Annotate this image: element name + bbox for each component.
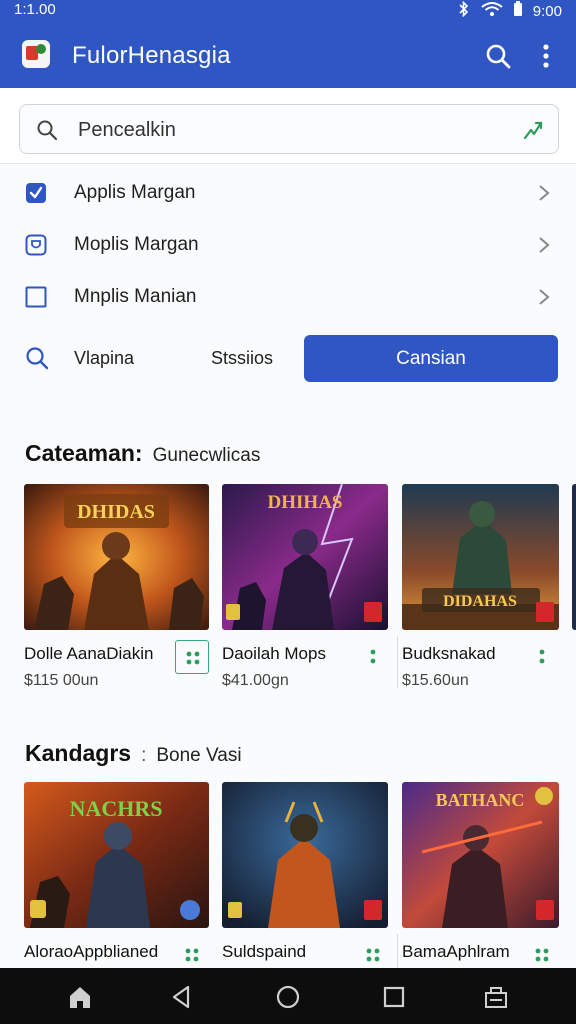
game-card-peek[interactable] bbox=[572, 484, 576, 694]
game-thumbnail[interactable]: BATHANC bbox=[402, 782, 559, 928]
game-name[interactable]: Budksnakad bbox=[402, 644, 496, 664]
more-vertical-icon bbox=[370, 649, 376, 664]
game-price: $115 00un bbox=[24, 672, 99, 689]
chevron-right-icon bbox=[539, 185, 550, 201]
checkbox-empty-icon[interactable] bbox=[25, 286, 47, 308]
status-bar: 1:1.00 9:00 bbox=[0, 0, 576, 22]
game-price: $15.60un bbox=[402, 672, 469, 689]
app-title: FulorHenasgia bbox=[72, 42, 231, 69]
status-clock: 9:00 bbox=[532, 2, 562, 20]
back-triangle-icon bbox=[172, 985, 190, 1009]
menu-item-moplis[interactable]: Moplis Margan bbox=[0, 220, 576, 272]
status-time: 1:1.00 bbox=[14, 1, 56, 18]
recents-nav-button[interactable] bbox=[380, 984, 408, 1010]
game-card[interactable]: DHIDAS Dolle AanaDiakin $115 00un bbox=[24, 484, 209, 694]
section-title: Kandagrs bbox=[25, 740, 132, 766]
wifi-icon bbox=[481, 1, 503, 21]
shield-icon bbox=[25, 234, 47, 256]
game-card[interactable]: Suldspaind bbox=[222, 782, 398, 992]
card-options-button[interactable] bbox=[525, 640, 559, 674]
game-art-title: BATHANC bbox=[436, 790, 525, 810]
game-name[interactable]: AloraoAppblianed bbox=[24, 942, 158, 962]
system-nav-bar bbox=[0, 968, 576, 1024]
home-nav-button[interactable] bbox=[66, 984, 94, 1010]
section-title: Cateaman: bbox=[25, 440, 143, 466]
search-icon[interactable] bbox=[25, 346, 49, 370]
more-vertical-icon bbox=[539, 649, 545, 664]
back-nav-button[interactable] bbox=[168, 984, 196, 1010]
grid-dots-icon bbox=[185, 948, 199, 962]
card-divider bbox=[397, 636, 398, 688]
overflow-menu-button[interactable] bbox=[532, 42, 560, 70]
chevron-right-icon bbox=[539, 237, 550, 253]
card-options-button[interactable] bbox=[525, 938, 559, 972]
game-price: $41.00gn bbox=[222, 672, 289, 689]
app-logo-icon bbox=[22, 40, 50, 68]
search-bar-section bbox=[0, 88, 576, 164]
app-switch-icon bbox=[485, 987, 507, 1008]
filter-option-vlapina[interactable]: Vlapina bbox=[74, 348, 134, 369]
menu-item-label: Applis Margan bbox=[74, 182, 196, 203]
screen: 1:1.00 9:00 FulorHenasgia Pencealkin App… bbox=[0, 0, 576, 1024]
filter-tune-icon[interactable] bbox=[522, 119, 544, 141]
battery-icon bbox=[513, 1, 523, 21]
game-name[interactable]: Daoilah Mops bbox=[222, 644, 326, 664]
search-icon bbox=[37, 120, 58, 141]
grid-dots-icon bbox=[366, 948, 380, 962]
more-vertical-icon bbox=[543, 44, 549, 68]
chevron-right-icon bbox=[539, 289, 550, 305]
game-thumbnail[interactable] bbox=[222, 782, 388, 928]
game-card[interactable]: BATHANC BamaAphlram bbox=[402, 782, 559, 992]
card-row-2: NACHRS AloraoAppblianed Suldspaind BATHA… bbox=[24, 782, 576, 992]
game-thumbnail[interactable]: DIDAHAS bbox=[402, 484, 559, 630]
home-circle-icon bbox=[276, 985, 300, 1009]
section-header-2: Kandagrs : Bone Vasi bbox=[25, 740, 242, 767]
switch-apps-nav-button[interactable] bbox=[482, 984, 510, 1010]
menu-item-label: Moplis Margan bbox=[74, 234, 199, 255]
home-icon bbox=[70, 987, 90, 1008]
game-art-title: NACHRS bbox=[70, 796, 163, 821]
app-header: 1:1.00 9:00 FulorHenasgia bbox=[0, 0, 576, 88]
game-art-title: DHIHAS bbox=[268, 492, 343, 513]
game-card[interactable]: DIDAHAS Budksnakad $15.60un bbox=[402, 484, 559, 694]
search-icon bbox=[486, 44, 511, 69]
game-thumbnail[interactable]: DHIHAS bbox=[222, 484, 388, 630]
menu-item-mnplis[interactable]: Mnplis Manian bbox=[0, 272, 576, 324]
card-row-1: DHIDAS Dolle AanaDiakin $115 00un DHIHAS bbox=[24, 484, 576, 694]
game-card[interactable]: DHIHAS Daoilah Mops $41.00gn bbox=[222, 484, 398, 694]
grid-dots-icon bbox=[186, 651, 200, 665]
game-name[interactable]: Suldspaind bbox=[222, 942, 306, 962]
search-field[interactable] bbox=[19, 104, 559, 154]
filter-row: Vlapina Stssiios Cansian bbox=[0, 334, 576, 384]
game-art-title: DIDAHAS bbox=[443, 593, 517, 610]
game-name[interactable]: BamaAphlram bbox=[402, 942, 510, 962]
app-bar: FulorHenasgia bbox=[0, 30, 576, 80]
game-thumbnail[interactable]: NACHRS bbox=[24, 782, 209, 928]
game-card[interactable]: NACHRS AloraoAppblianed bbox=[24, 782, 209, 992]
game-art-title: DHIDAS bbox=[77, 501, 155, 523]
search-input[interactable] bbox=[78, 115, 498, 145]
section-header-1: Cateaman: Gunecwlicas bbox=[25, 440, 260, 467]
home-circle-nav-button[interactable] bbox=[274, 984, 302, 1010]
game-name[interactable]: Dolle AanaDiakin bbox=[24, 644, 153, 664]
cansian-button[interactable]: Cansian bbox=[304, 335, 558, 382]
card-options-button[interactable] bbox=[175, 640, 209, 674]
search-button[interactable] bbox=[484, 42, 512, 70]
card-options-button[interactable] bbox=[356, 938, 390, 972]
grid-dots-icon bbox=[535, 948, 549, 962]
section-subtitle[interactable]: Bone Vasi bbox=[156, 745, 241, 767]
section-subtitle[interactable]: Gunecwlicas bbox=[153, 445, 261, 467]
filter-option-stssiios[interactable]: Stssiios bbox=[211, 348, 273, 369]
checkbox-checked-icon[interactable] bbox=[25, 182, 47, 204]
card-options-button[interactable] bbox=[175, 938, 209, 972]
recents-square-icon bbox=[383, 986, 405, 1008]
menu-item-applis[interactable]: Applis Margan bbox=[0, 168, 576, 220]
menu-item-label: Mnplis Manian bbox=[74, 286, 197, 307]
bluetooth-icon bbox=[457, 0, 471, 21]
game-thumbnail[interactable]: DHIDAS bbox=[24, 484, 209, 630]
game-thumbnail[interactable] bbox=[572, 484, 576, 630]
card-options-button[interactable] bbox=[356, 640, 390, 674]
